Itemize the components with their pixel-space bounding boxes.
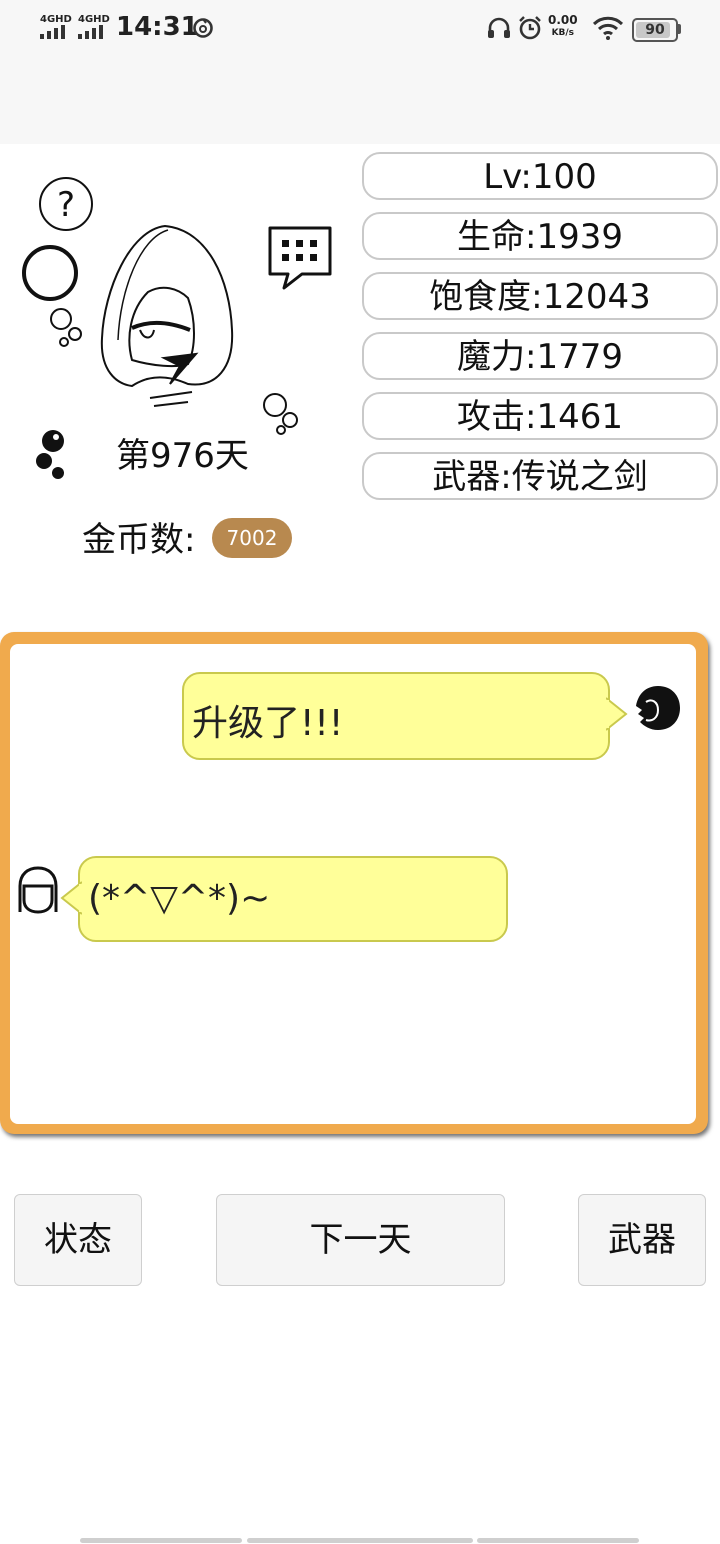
stat-satiety: 饱食度:12043: [362, 272, 718, 320]
battery-level: 90: [645, 22, 665, 38]
network-speed: 0.00 KB/s: [548, 14, 578, 40]
hooded-character-sketch: [100, 224, 234, 407]
chat-message-text: 升级了!!!: [192, 703, 344, 744]
status-bar: 4GHD 4GHD 14:31 0.00 KB/s 90: [0, 0, 720, 144]
stat-level: Lv:100: [362, 152, 718, 200]
signal-2-icon: [78, 25, 108, 39]
weapon-button[interactable]: 武器: [578, 1194, 706, 1286]
bubble-tail-right: [606, 697, 628, 731]
alarm-icon: [519, 16, 541, 40]
day-counter: 第976天: [116, 436, 249, 476]
network-speed-unit: KB/s: [551, 28, 575, 38]
svg-text:?: ?: [57, 185, 75, 225]
question-bubble-icon: ?: [39, 177, 93, 231]
netease-music-icon: [193, 18, 213, 38]
battery-tip: [678, 24, 681, 34]
nav-gesture-left[interactable]: [80, 1538, 242, 1543]
chat-message-player: (*^▽^*)~: [78, 856, 508, 942]
headphones-icon: [488, 17, 510, 38]
chat-message-text: (*^▽^*)~: [88, 878, 271, 919]
stat-magic: 魔力:1779: [362, 332, 718, 380]
speech-bubble-icon: [268, 226, 332, 290]
battery-icon: 90: [632, 18, 678, 42]
chat-message-opponent: 升级了!!!: [182, 672, 610, 760]
stat-hp: 生命:1939: [362, 212, 718, 260]
wifi-icon: [592, 16, 624, 40]
signal-1-icon: [40, 25, 70, 39]
network-speed-value: 0.00: [548, 13, 578, 27]
network-type-2: 4GHD: [78, 14, 110, 25]
stat-attack: 攻击:1461: [362, 392, 718, 440]
opponent-avatar-icon: [636, 686, 680, 730]
coin-count-badge: 7002: [212, 518, 292, 558]
stat-weapon: 武器:传说之剑: [362, 452, 718, 500]
clock: 14:31: [116, 12, 199, 42]
bubble-tail-left: [60, 881, 82, 915]
player-avatar-icon: [18, 866, 58, 914]
coins-label: 金币数:: [82, 520, 196, 560]
status-button[interactable]: 状态: [14, 1194, 142, 1286]
network-type-1: 4GHD: [40, 14, 72, 25]
thought-circle-large: [22, 245, 78, 301]
nav-gesture-home[interactable]: [247, 1538, 473, 1543]
next-day-button[interactable]: 下一天: [216, 1194, 505, 1286]
nav-gesture-right[interactable]: [477, 1538, 639, 1543]
